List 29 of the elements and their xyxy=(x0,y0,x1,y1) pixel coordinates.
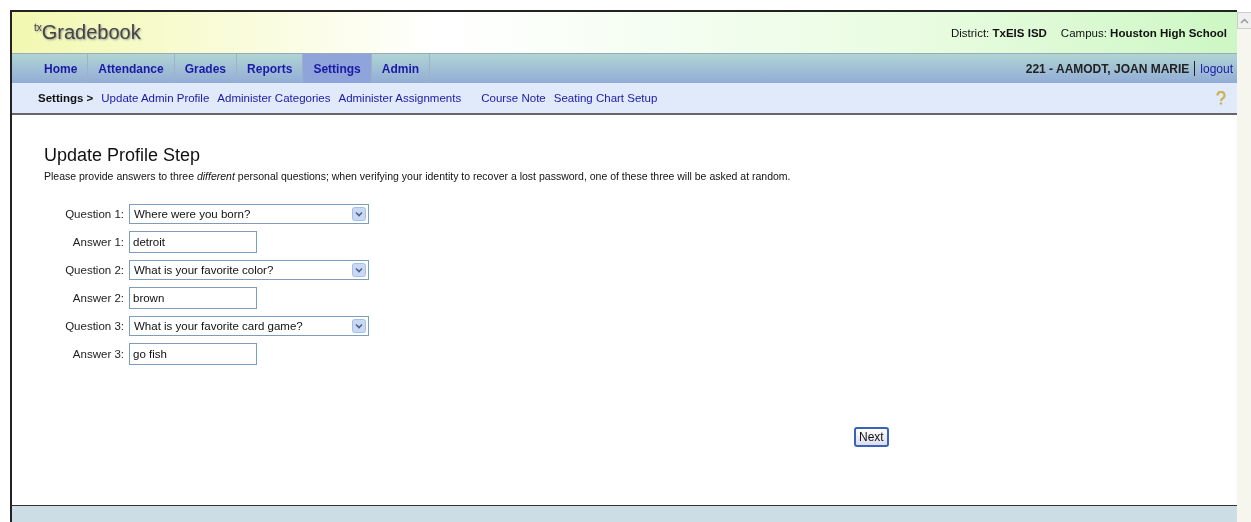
field-label: Question 1: xyxy=(65,208,124,220)
gradebook-logo: $^{tx}$Gradebook xyxy=(34,21,141,44)
field-label: Question 2: xyxy=(65,264,124,276)
field-label: Question 3: xyxy=(65,320,124,332)
settings-link[interactable]: Course Note xyxy=(481,92,546,104)
settings-link[interactable]: Seating Chart Setup xyxy=(553,92,658,104)
settings-link[interactable]: Administer Categories xyxy=(217,92,331,104)
question-select[interactable]: What is your favorite color? xyxy=(129,260,369,280)
instructions-text: Please provide answers to three different personal questions; when verifying your identity to recover a lost password, one of these three will be asked at random. xyxy=(44,170,792,182)
page-title: Update Profile Step xyxy=(44,145,202,166)
next-button[interactable]: Next xyxy=(854,427,889,447)
breadcrumb-current: Settings > xyxy=(38,92,94,104)
answer-field[interactable]: detroit xyxy=(129,231,257,253)
answer-field[interactable]: go fish xyxy=(129,343,257,365)
help-icon[interactable] xyxy=(1215,91,1227,105)
caret-up-icon xyxy=(1239,17,1249,24)
question-select[interactable]: What is your favorite card game? xyxy=(129,316,369,336)
field-label: Answer 3: xyxy=(72,348,124,360)
nav-tab[interactable]: Settings xyxy=(303,54,372,83)
field-label: Answer 2: xyxy=(72,292,124,304)
district-info: District: TxEIS ISD xyxy=(951,26,1047,39)
settings-link[interactable]: Update Admin Profile xyxy=(101,92,210,104)
logout-link[interactable]: logout xyxy=(1200,61,1233,76)
settings-link[interactable]: Administer Assignments xyxy=(338,92,462,104)
answer-field[interactable]: brown xyxy=(129,287,257,309)
question-select[interactable]: Where were you born? xyxy=(129,204,369,224)
user-name: 221 - AAMODT, JOAN MARIE xyxy=(1025,61,1190,76)
field-label: Answer 1: xyxy=(72,236,124,248)
campus-info: Campus: Houston High School xyxy=(1060,26,1227,39)
